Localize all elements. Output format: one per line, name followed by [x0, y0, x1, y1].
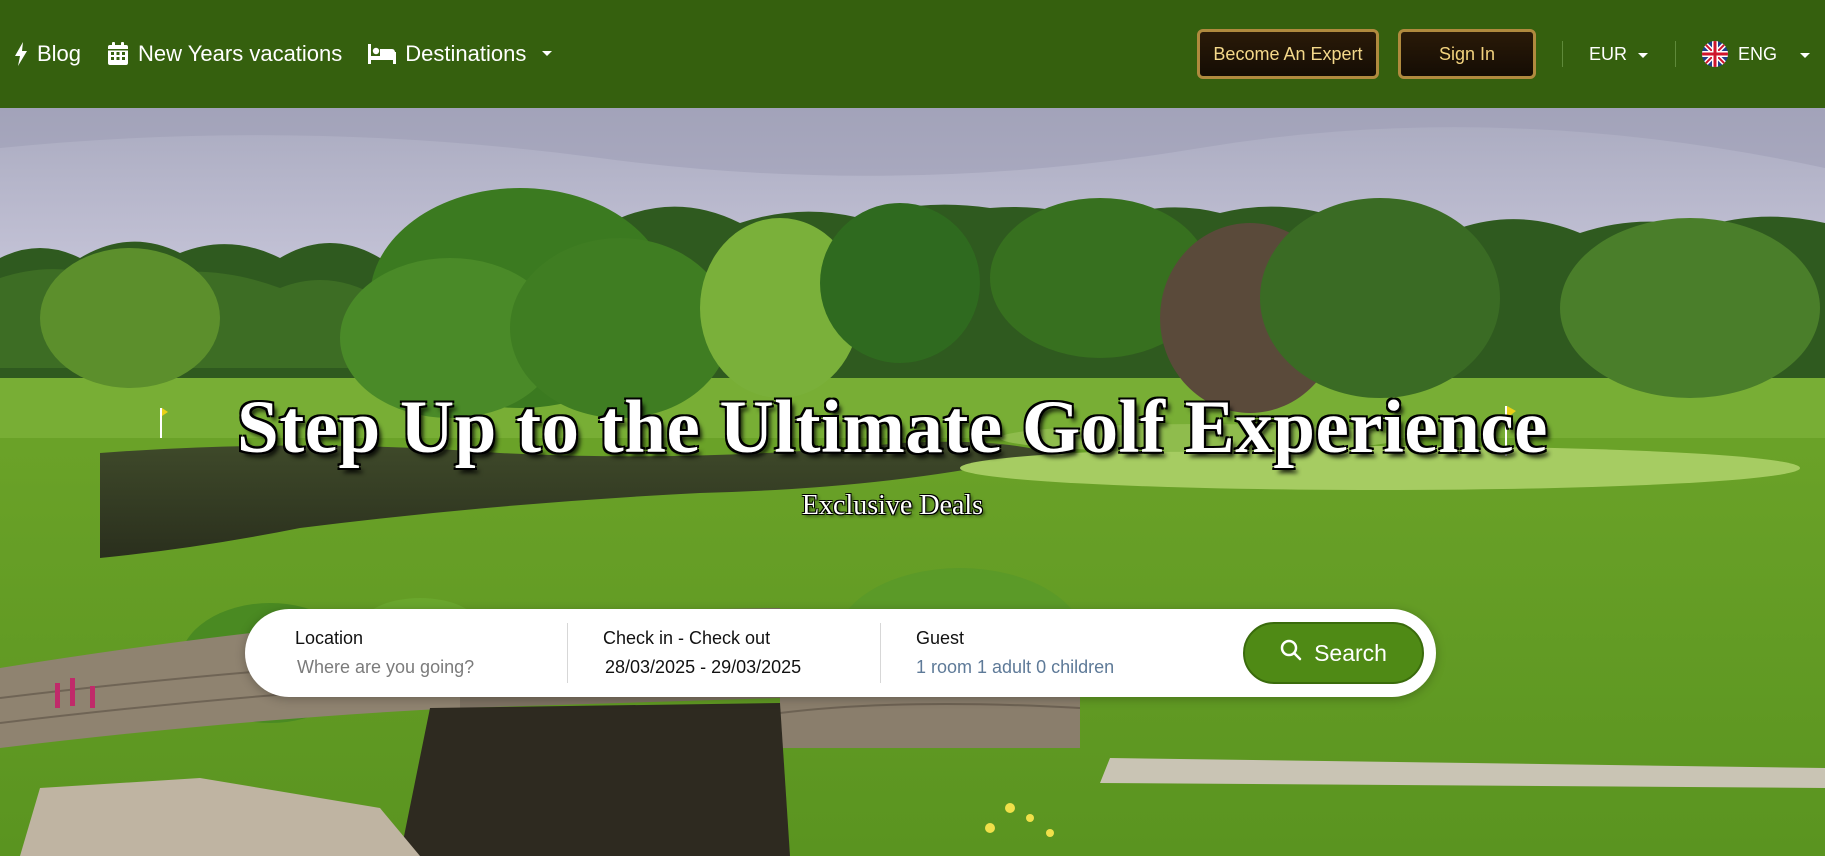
hero-section: Step Up to the Ultimate Golf Experience … [0, 108, 1825, 856]
search-icon [1280, 639, 1302, 667]
date-range-field[interactable]: Check in - Check out 28/03/2025 - 29/03/… [568, 609, 880, 697]
nav-destinations-label: Destinations [405, 41, 527, 66]
header-actions: Become An Expert Sign In EUR ENG [1196, 29, 1811, 79]
language-dropdown[interactable]: ENG [1701, 41, 1811, 67]
calendar-icon [107, 42, 129, 66]
hero-subtitle: Exclusive Deals [801, 490, 984, 521]
bed-icon [368, 44, 397, 64]
divider [1674, 41, 1676, 67]
caret-down-icon [541, 50, 553, 58]
date-range-value[interactable]: 28/03/2025 - 29/03/2025 [603, 657, 880, 678]
primary-nav: Blog New Years vacations Destinations [14, 41, 553, 67]
guest-value[interactable]: 1 room 1 adult 0 children [916, 657, 1181, 678]
nav-blog[interactable]: Blog [14, 41, 81, 67]
hero-title: Step Up to the Ultimate Golf Experience [237, 386, 1548, 469]
search-bar: Location Check in - Check out 28/03/2025… [245, 609, 1436, 697]
language-value: ENG [1737, 43, 1777, 64]
location-label: Location [295, 628, 364, 648]
nav-blog-label: Blog [37, 41, 82, 66]
top-nav-bar: Blog New Years vacations Destinations Be… [0, 0, 1825, 108]
become-expert-button[interactable]: Become An Expert [1196, 29, 1379, 79]
nav-vacations-label: New Years vacations [138, 41, 343, 66]
location-input[interactable] [295, 657, 545, 678]
caret-down-icon [1799, 44, 1811, 65]
nav-new-years-vacations[interactable]: New Years vacations [107, 41, 342, 67]
location-field[interactable]: Location [245, 609, 567, 697]
lightning-icon [14, 42, 28, 66]
search-button[interactable]: Search [1243, 622, 1424, 684]
currency-dropdown[interactable]: EUR [1589, 44, 1649, 65]
guest-field[interactable]: Guest 1 room 1 adult 0 children [881, 609, 1181, 697]
currency-value: EUR [1588, 43, 1627, 64]
search-button-label: Search [1314, 639, 1387, 666]
nav-destinations[interactable]: Destinations [368, 41, 553, 67]
caret-down-icon [1637, 44, 1649, 65]
dates-label: Check in - Check out [603, 628, 771, 648]
golf-course-background-image [0, 108, 1825, 856]
divider [1561, 41, 1563, 67]
sign-in-button[interactable]: Sign In [1397, 29, 1536, 79]
uk-flag-icon [1701, 41, 1728, 67]
guest-label: Guest [916, 628, 965, 648]
